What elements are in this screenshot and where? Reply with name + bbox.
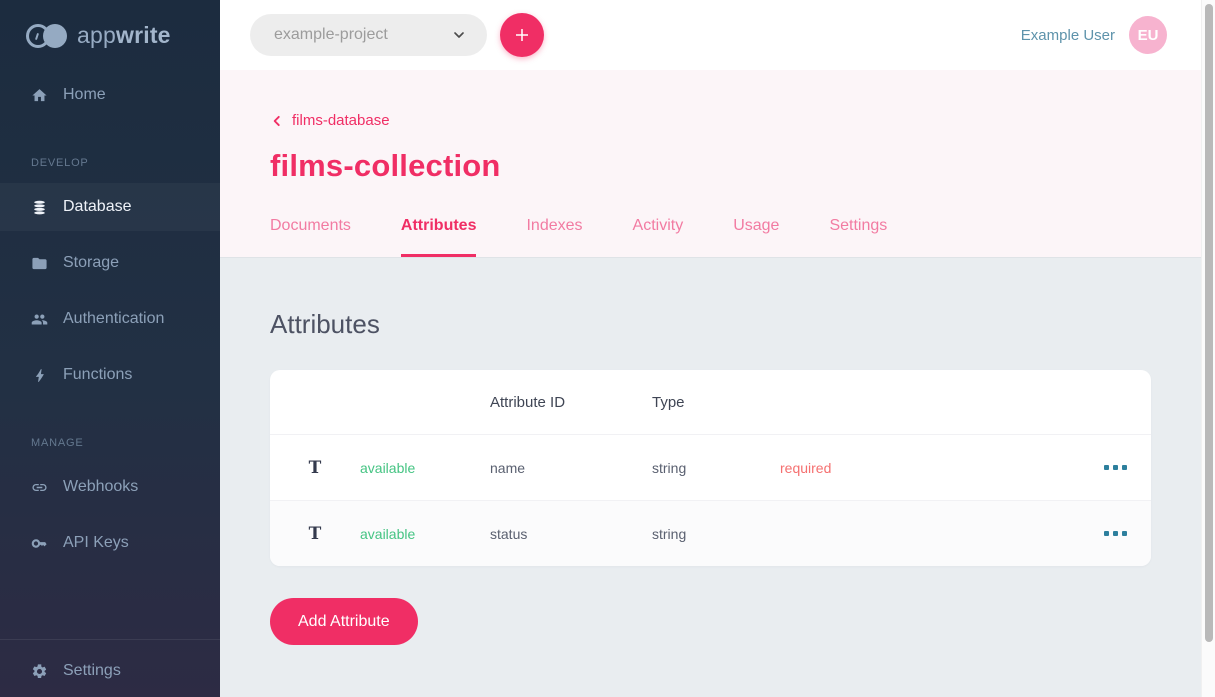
key-icon	[31, 535, 48, 552]
attributes-panel: Attributes Attribute ID Type T available…	[220, 258, 1201, 697]
sidebar-item-label: API Keys	[63, 534, 129, 552]
sidebar-section-develop: DEVELOP	[31, 157, 220, 169]
project-selector-value: example-project	[274, 26, 388, 44]
user-name-link[interactable]: Example User	[1021, 27, 1115, 44]
sidebar-item-label: Settings	[63, 662, 121, 680]
string-type-icon: T	[309, 524, 322, 544]
add-project-button[interactable]	[500, 13, 544, 57]
chevron-down-icon	[451, 27, 467, 43]
tab-settings[interactable]: Settings	[829, 217, 887, 257]
tab-documents[interactable]: Documents	[270, 217, 351, 257]
breadcrumb-label: films-database	[292, 112, 390, 129]
appwrite-logo: appwrite	[0, 0, 220, 49]
table-row: T available status string	[270, 500, 1151, 566]
string-type-icon: T	[309, 458, 322, 478]
link-icon	[31, 479, 48, 496]
appwrite-logo-icon	[26, 23, 68, 49]
home-icon	[31, 87, 48, 104]
folder-icon	[31, 255, 48, 272]
table-header-row: Attribute ID Type	[270, 370, 1151, 434]
users-icon	[31, 311, 48, 328]
user-avatar[interactable]: EU	[1129, 16, 1167, 54]
chevron-left-icon	[270, 114, 284, 128]
sidebar-item-api-keys[interactable]: API Keys	[0, 519, 220, 567]
column-attribute-id: Attribute ID	[490, 394, 652, 411]
tab-usage[interactable]: Usage	[733, 217, 779, 257]
sidebar-item-label: Webhooks	[63, 478, 138, 496]
tab-attributes[interactable]: Attributes	[401, 217, 477, 257]
sidebar-item-storage[interactable]: Storage	[0, 239, 220, 287]
sidebar-item-authentication[interactable]: Authentication	[0, 295, 220, 343]
page-title: films-collection	[270, 148, 1201, 184]
ellipsis-icon	[1104, 531, 1109, 536]
tab-activity[interactable]: Activity	[633, 217, 684, 257]
add-attribute-button[interactable]: Add Attribute	[270, 598, 418, 645]
type-cell: string	[652, 526, 780, 542]
appwrite-logo-text: appwrite	[77, 22, 171, 49]
status-badge: available	[360, 460, 490, 476]
sidebar-section-manage: MANAGE	[31, 437, 220, 449]
sidebar-item-functions[interactable]: Functions	[0, 351, 220, 399]
sidebar-item-database[interactable]: Database	[0, 183, 220, 231]
ellipsis-icon	[1104, 465, 1109, 470]
row-actions-button[interactable]	[1104, 531, 1151, 536]
sidebar-item-label: Database	[63, 198, 132, 216]
collection-tabs: Documents Attributes Indexes Activity Us…	[270, 217, 1201, 257]
type-cell: string	[652, 460, 780, 476]
project-selector[interactable]: example-project	[250, 14, 487, 56]
table-row: T available name string required	[270, 434, 1151, 500]
required-badge: required	[780, 460, 1063, 476]
scrollbar-thumb[interactable]	[1205, 4, 1213, 642]
main-area: example-project Example User EU films-da…	[220, 0, 1201, 697]
collection-header: films-database films-collection Document…	[220, 70, 1201, 258]
attribute-id-cell: name	[490, 460, 652, 476]
database-icon	[31, 199, 48, 216]
sidebar-item-home[interactable]: Home	[0, 71, 220, 119]
row-actions-button[interactable]	[1104, 465, 1151, 470]
column-type: Type	[652, 394, 780, 411]
topbar-user-area: Example User EU	[1021, 16, 1167, 54]
sidebar-item-label: Authentication	[63, 310, 164, 328]
attributes-heading: Attributes	[270, 309, 1201, 340]
attributes-table: Attribute ID Type T available name strin…	[270, 370, 1151, 566]
topbar: example-project Example User EU	[220, 0, 1201, 70]
plus-icon	[513, 26, 531, 44]
sidebar-item-webhooks[interactable]: Webhooks	[0, 463, 220, 511]
sidebar-item-label: Home	[63, 86, 106, 104]
gear-icon	[31, 663, 48, 680]
sidebar: appwrite Home DEVELOP Database Storage A…	[0, 0, 220, 697]
sidebar-footer: Settings	[0, 639, 220, 697]
sidebar-item-label: Functions	[63, 366, 132, 384]
tab-indexes[interactable]: Indexes	[526, 217, 582, 257]
sidebar-item-label: Storage	[63, 254, 119, 272]
vertical-scrollbar[interactable]	[1201, 0, 1215, 697]
sidebar-item-settings[interactable]: Settings	[0, 645, 220, 697]
status-badge: available	[360, 526, 490, 542]
attribute-id-cell: status	[490, 526, 652, 542]
breadcrumb[interactable]: films-database	[270, 112, 390, 129]
bolt-icon	[31, 367, 48, 384]
